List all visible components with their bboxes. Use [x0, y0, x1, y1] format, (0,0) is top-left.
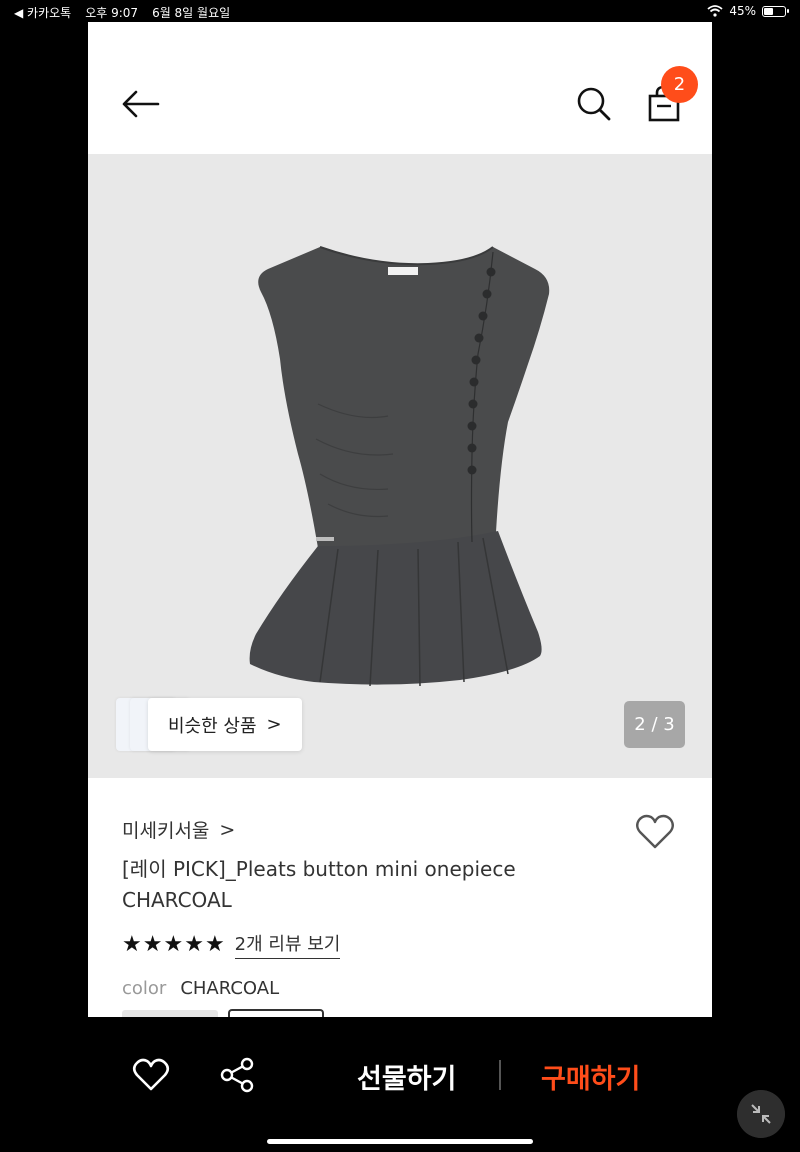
heart-icon[interactable] — [634, 812, 676, 852]
back-to-app[interactable]: ◀ 카카오톡 — [14, 4, 71, 21]
chevron-right-icon: > — [266, 714, 282, 735]
shrink-icon[interactable] — [737, 1090, 785, 1138]
status-bar: ◀ 카카오톡 오후 9:07 6월 8일 월요일 45% — [0, 0, 800, 22]
star-icon: ★ — [163, 932, 184, 957]
status-time: 오후 9:07 — [85, 6, 139, 20]
battery-percent: 45% — [729, 4, 756, 18]
buy-button[interactable]: 구매하기 — [541, 1057, 640, 1096]
star-icon: ★ — [122, 932, 142, 957]
color-swatch-selected[interactable] — [228, 1009, 324, 1017]
bottom-action-bar: 선물하기 구매하기 — [0, 1017, 800, 1152]
review-link[interactable]: 2개 리뷰 보기 — [234, 930, 341, 959]
option-row: color CHARCOAL — [122, 978, 279, 999]
chevron-right-icon: > — [219, 818, 236, 841]
product-title: [레이 PICK]_Pleats button mini onepiece CH… — [122, 854, 592, 916]
battery-icon — [762, 5, 789, 17]
similar-products-label: 비슷한 상품 > — [148, 698, 302, 751]
battery-fill — [764, 7, 773, 15]
star-icon: ★ — [142, 932, 163, 957]
gift-button[interactable]: 선물하기 — [357, 1057, 456, 1096]
cart-count-badge: 2 — [661, 66, 698, 103]
product-title-line1: [레이 PICK]_Pleats button mini onepiece — [122, 857, 516, 881]
share-icon[interactable] — [218, 1057, 256, 1093]
option-label: color — [122, 978, 167, 999]
color-swatch[interactable] — [122, 1010, 218, 1017]
back-arrow-icon[interactable] — [118, 84, 162, 124]
wifi-icon — [707, 5, 723, 17]
image-pager: 2 / 3 — [624, 701, 685, 748]
app-header: 2 — [88, 22, 712, 154]
search-icon[interactable] — [574, 84, 614, 124]
brand-name: 미세키서울 — [122, 820, 210, 842]
star-icon: ★ — [204, 932, 225, 957]
app-screen: 2 비슷한 상품 > 2 / 3 미세키서울 > [레이 PICK]_Pleat… — [88, 22, 712, 1017]
star-icon: ★ — [184, 932, 204, 957]
product-image[interactable]: 비슷한 상품 > 2 / 3 — [88, 154, 712, 778]
product-title-line2: CHARCOAL — [122, 888, 232, 912]
brand-link[interactable]: 미세키서울 > — [122, 816, 235, 843]
home-indicator[interactable] — [267, 1139, 533, 1144]
similar-products-text: 비슷한 상품 — [168, 715, 257, 737]
status-date: 6월 8일 월요일 — [152, 6, 231, 20]
dress-image — [249, 246, 550, 687]
divider — [499, 1060, 501, 1090]
product-info: 미세키서울 > [레이 PICK]_Pleats button mini one… — [88, 778, 712, 1017]
option-value: CHARCOAL — [180, 978, 280, 999]
rating-stars: ★ ★ ★ ★ ★ — [122, 932, 225, 957]
rating-row: ★ ★ ★ ★ ★ 2개 리뷰 보기 — [122, 930, 341, 959]
heart-icon[interactable] — [132, 1057, 170, 1093]
